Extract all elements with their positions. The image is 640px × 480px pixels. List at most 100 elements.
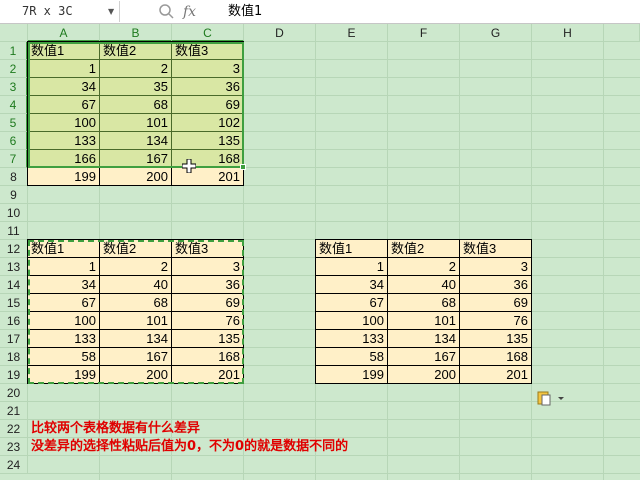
row-header-4[interactable]: 4 bbox=[0, 96, 28, 114]
row-header-20[interactable]: 20 bbox=[0, 384, 28, 402]
column-header-e[interactable]: E bbox=[316, 24, 388, 42]
table2-data-cell[interactable]: 2 bbox=[100, 258, 172, 276]
table1-data-cell[interactable]: 100 bbox=[28, 114, 100, 132]
table2-data-cell[interactable]: 134 bbox=[100, 330, 172, 348]
table2-data-cell[interactable]: 36 bbox=[172, 276, 244, 294]
row-header-19[interactable]: 19 bbox=[0, 366, 28, 384]
column-header-a[interactable]: A bbox=[28, 24, 100, 42]
row-header-6[interactable]: 6 bbox=[0, 132, 28, 150]
table3-data-cell[interactable]: 101 bbox=[388, 312, 460, 330]
table3-data-cell[interactable]: 135 bbox=[460, 330, 532, 348]
row-header-2[interactable]: 2 bbox=[0, 60, 28, 78]
table1-data-cell[interactable]: 35 bbox=[100, 78, 172, 96]
table3-header-cell[interactable]: 数值3 bbox=[460, 240, 532, 258]
table1-header-cell[interactable]: 数值1 bbox=[28, 42, 100, 60]
table2-data-cell[interactable]: 67 bbox=[28, 294, 100, 312]
table3-data-cell[interactable]: 100 bbox=[316, 312, 388, 330]
table3-data-cell[interactable]: 2 bbox=[388, 258, 460, 276]
row-header-13[interactable]: 13 bbox=[0, 258, 28, 276]
table3-data-cell[interactable]: 3 bbox=[460, 258, 532, 276]
row-header-22[interactable]: 22 bbox=[0, 420, 28, 438]
table1-data-cell[interactable]: 133 bbox=[28, 132, 100, 150]
table3-data-cell[interactable]: 67 bbox=[316, 294, 388, 312]
table3-header-cell[interactable]: 数值2 bbox=[388, 240, 460, 258]
table2-data-cell[interactable]: 167 bbox=[100, 348, 172, 366]
row-header-18[interactable]: 18 bbox=[0, 348, 28, 366]
table2-data-cell[interactable]: 199 bbox=[28, 366, 100, 384]
table3-data-cell[interactable]: 199 bbox=[316, 366, 388, 384]
table1-data-cell[interactable]: 69 bbox=[172, 96, 244, 114]
table2-data-cell[interactable]: 69 bbox=[172, 294, 244, 312]
column-header-g[interactable]: G bbox=[460, 24, 532, 42]
table3-data-cell[interactable]: 167 bbox=[388, 348, 460, 366]
table3-data-cell[interactable]: 58 bbox=[316, 348, 388, 366]
table1-data-cell[interactable]: 166 bbox=[28, 150, 100, 168]
table1-data-cell[interactable]: 1 bbox=[28, 60, 100, 78]
table1-data-cell[interactable]: 36 bbox=[172, 78, 244, 96]
column-header-f[interactable]: F bbox=[388, 24, 460, 42]
row-header-5[interactable]: 5 bbox=[0, 114, 28, 132]
table2-data-cell[interactable]: 168 bbox=[172, 348, 244, 366]
column-header-d[interactable]: D bbox=[244, 24, 316, 42]
row-header-12[interactable]: 12 bbox=[0, 240, 28, 258]
table1-data-cell[interactable]: 67 bbox=[28, 96, 100, 114]
table2-data-cell[interactable]: 34 bbox=[28, 276, 100, 294]
table1-data-cell[interactable]: 135 bbox=[172, 132, 244, 150]
column-header-blank[interactable] bbox=[604, 24, 640, 42]
table3-data-cell[interactable]: 40 bbox=[388, 276, 460, 294]
table1-data-cell[interactable]: 199 bbox=[28, 168, 100, 186]
fill-handle[interactable] bbox=[240, 164, 246, 170]
row-header-8[interactable]: 8 bbox=[0, 168, 28, 186]
row-header-10[interactable]: 10 bbox=[0, 204, 28, 222]
table1-data-cell[interactable]: 167 bbox=[100, 150, 172, 168]
table1-data-cell[interactable]: 3 bbox=[172, 60, 244, 78]
row-header-17[interactable]: 17 bbox=[0, 330, 28, 348]
table2-data-cell[interactable]: 133 bbox=[28, 330, 100, 348]
table2-data-cell[interactable]: 200 bbox=[100, 366, 172, 384]
table2-data-cell[interactable]: 58 bbox=[28, 348, 100, 366]
corner-select-all[interactable] bbox=[0, 24, 28, 42]
table2-data-cell[interactable]: 76 bbox=[172, 312, 244, 330]
row-header-24[interactable]: 24 bbox=[0, 456, 28, 474]
row-header-3[interactable]: 3 bbox=[0, 78, 28, 96]
name-box[interactable]: 7R x 3C bbox=[0, 1, 120, 22]
chevron-down-icon[interactable]: ▼ bbox=[108, 1, 118, 22]
row-header-7[interactable]: 7 bbox=[0, 150, 28, 168]
table3-data-cell[interactable]: 201 bbox=[460, 366, 532, 384]
column-header-h[interactable]: H bbox=[532, 24, 604, 42]
row-header-14[interactable]: 14 bbox=[0, 276, 28, 294]
table3-data-cell[interactable]: 68 bbox=[388, 294, 460, 312]
table1-header-cell[interactable]: 数值3 bbox=[172, 42, 244, 60]
table2-data-cell[interactable]: 3 bbox=[172, 258, 244, 276]
paste-options-icon[interactable] bbox=[536, 390, 566, 406]
row-header-23[interactable]: 23 bbox=[0, 438, 28, 456]
table3-data-cell[interactable]: 133 bbox=[316, 330, 388, 348]
column-header-b[interactable]: B bbox=[100, 24, 172, 42]
table3-header-cell[interactable]: 数值1 bbox=[316, 240, 388, 258]
row-header-1[interactable]: 1 bbox=[0, 42, 28, 60]
table2-data-cell[interactable]: 1 bbox=[28, 258, 100, 276]
formula-input[interactable]: 数值1 bbox=[228, 1, 262, 22]
table1-data-cell[interactable]: 101 bbox=[100, 114, 172, 132]
table3-data-cell[interactable]: 36 bbox=[460, 276, 532, 294]
table1-data-cell[interactable]: 102 bbox=[172, 114, 244, 132]
table3-data-cell[interactable]: 1 bbox=[316, 258, 388, 276]
table1-data-cell[interactable]: 134 bbox=[100, 132, 172, 150]
table3-data-cell[interactable]: 34 bbox=[316, 276, 388, 294]
table1-data-cell[interactable]: 2 bbox=[100, 60, 172, 78]
table1-header-cell[interactable]: 数值2 bbox=[100, 42, 172, 60]
table1-data-cell[interactable]: 34 bbox=[28, 78, 100, 96]
table1-data-cell[interactable]: 68 bbox=[100, 96, 172, 114]
row-header-9[interactable]: 9 bbox=[0, 186, 28, 204]
table2-data-cell[interactable]: 201 bbox=[172, 366, 244, 384]
table2-data-cell[interactable]: 135 bbox=[172, 330, 244, 348]
table2-data-cell[interactable]: 40 bbox=[100, 276, 172, 294]
table2-data-cell[interactable]: 68 bbox=[100, 294, 172, 312]
table3-data-cell[interactable]: 168 bbox=[460, 348, 532, 366]
table2-header-cell[interactable]: 数值1 bbox=[28, 240, 100, 258]
row-header-15[interactable]: 15 bbox=[0, 294, 28, 312]
function-icon[interactable]: fx bbox=[183, 2, 205, 22]
table2-data-cell[interactable]: 101 bbox=[100, 312, 172, 330]
table3-data-cell[interactable]: 200 bbox=[388, 366, 460, 384]
table1-data-cell[interactable]: 200 bbox=[100, 168, 172, 186]
